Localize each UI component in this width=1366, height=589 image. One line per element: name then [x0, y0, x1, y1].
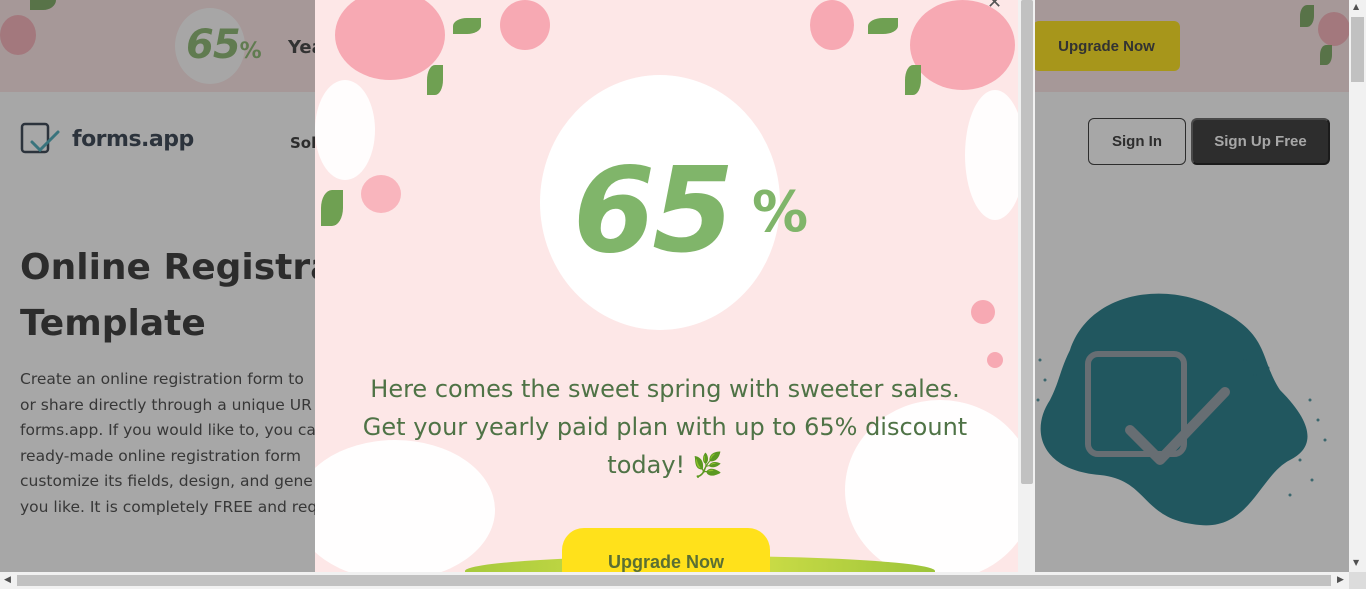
- petal-decoration: [987, 352, 1003, 368]
- modal-scrollbar-thumb[interactable]: [1021, 0, 1033, 484]
- modal-scrollbar[interactable]: [1018, 0, 1035, 572]
- close-icon[interactable]: ✕: [987, 0, 1002, 13]
- scroll-right-icon[interactable]: ▶: [1337, 575, 1344, 585]
- modal-discount-symbol: %: [752, 180, 809, 245]
- scroll-up-icon[interactable]: ▲: [1353, 2, 1359, 11]
- scrollbar-corner: [1349, 572, 1366, 589]
- leaf-decoration: [905, 65, 921, 95]
- modal-message: Here comes the sweet spring with sweeter…: [355, 370, 975, 484]
- flower-decoration: [910, 0, 1015, 90]
- flower-decoration: [500, 0, 550, 50]
- flower-decoration: [810, 0, 854, 50]
- cloud-decoration: [315, 80, 375, 180]
- vertical-scrollbar[interactable]: ▲ ▼: [1349, 0, 1366, 572]
- horizontal-scrollbar[interactable]: ◀ ▶: [0, 572, 1349, 589]
- petal-decoration: [361, 175, 401, 213]
- modal-discount-number: 65: [573, 141, 734, 279]
- leaf-decoration: [427, 65, 443, 95]
- petal-decoration: [971, 300, 995, 324]
- modal-upgrade-button[interactable]: Upgrade Now: [562, 528, 770, 572]
- scroll-left-icon[interactable]: ◀: [4, 575, 11, 585]
- cloud-decoration: [965, 90, 1025, 220]
- modal-message-text: Here comes the sweet spring with sweeter…: [362, 375, 968, 479]
- promo-modal: 65 % Here comes the sweet spring with sw…: [315, 0, 1035, 572]
- leaf-decoration: [321, 190, 343, 226]
- scroll-down-icon[interactable]: ▼: [1353, 558, 1359, 567]
- horizontal-scrollbar-thumb[interactable]: [17, 575, 1331, 586]
- vertical-scrollbar-thumb[interactable]: [1351, 17, 1364, 82]
- flower-decoration: [335, 0, 445, 80]
- leaf-decoration: [453, 18, 481, 34]
- leaf-decoration: [868, 18, 898, 34]
- leaf-icon: 🌿: [692, 451, 723, 479]
